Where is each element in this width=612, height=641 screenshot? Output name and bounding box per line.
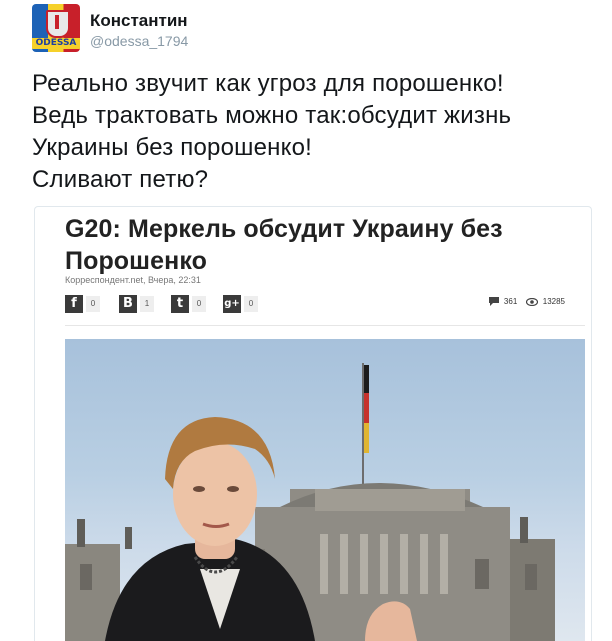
eye-icon (525, 297, 538, 306)
tweet-text: Реально звучит как угроз для порошенко! … (32, 70, 512, 193)
views-count: 13285 (542, 297, 565, 307)
vk-icon: B (119, 295, 137, 313)
article-stats: 361 13285 (483, 297, 565, 307)
comments-count: 361 (503, 297, 518, 307)
avatar-label: ODESSA (32, 38, 80, 49)
divider (65, 325, 585, 326)
article-photo[interactable] (65, 339, 585, 641)
share-count: 0 (244, 296, 258, 312)
avatar[interactable]: ODESSA (32, 4, 80, 52)
google-plus-icon: g+ (223, 295, 241, 313)
share-count: 0 (86, 296, 100, 312)
article-meta: Корреспондент.net, Вчера, 22:31 (65, 275, 201, 285)
article-title: G20: Меркель обсудит Украину без Порошен… (65, 215, 503, 275)
facebook-icon: f (65, 295, 83, 313)
user-name[interactable]: Константин (90, 11, 188, 31)
article-screenshot-card[interactable]: G20: Меркель обсудит Украину без Порошен… (34, 206, 592, 641)
comment-icon (488, 297, 499, 307)
share-count: 1 (140, 296, 154, 312)
twitter-icon: t (171, 295, 189, 313)
anchor-emblem-icon (46, 10, 70, 38)
tweet-header: ODESSA Константин @odessa_1794 (32, 4, 592, 52)
share-bar: f 0 B 1 t 0 g+ 0 361 13285 (65, 295, 565, 317)
share-count: 0 (192, 296, 206, 312)
user-handle[interactable]: @odessa_1794 (90, 33, 188, 49)
merkel-photo-illustration (65, 363, 555, 641)
